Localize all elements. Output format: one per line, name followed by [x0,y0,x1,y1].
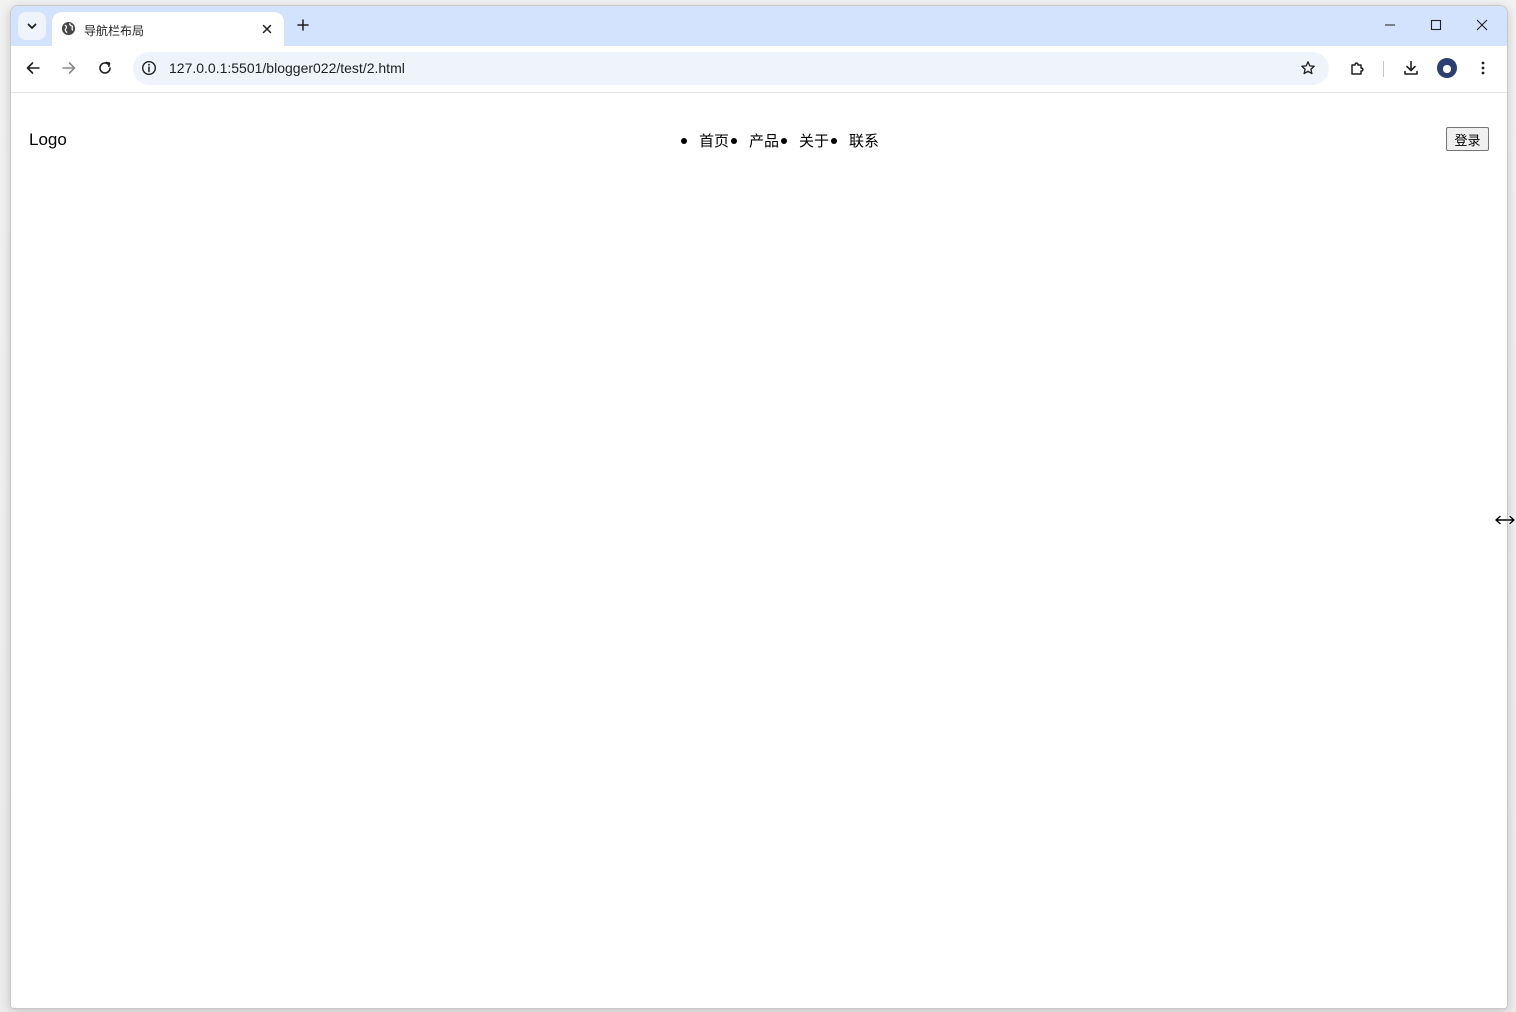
nav-item[interactable]: 联系 [831,130,881,151]
back-button[interactable] [19,54,47,82]
navbar: Logo 首页 产品 关于 联系 登录 [29,127,1489,151]
browser-menu-button[interactable] [1469,54,1497,82]
nav-list: 首页 产品 关于 联系 [679,130,881,151]
profile-button[interactable] [1433,54,1461,82]
list-bullet [731,137,738,144]
list-bullet [681,137,687,144]
tab-close-button[interactable] [258,20,276,38]
page-viewport: Logo 首页 产品 关于 联系 登录 [11,93,1507,1008]
nav-item-label: 联系 [849,133,880,150]
browser-toolbar: 127.0.0.1:5501/blogger022/test/2.html [11,46,1507,93]
tab-title: 导航栏布局 [84,24,145,38]
tab-search-button[interactable] [18,12,46,40]
extensions-button[interactable] [1344,54,1372,82]
site-logo[interactable]: Logo [29,130,67,150]
bookmark-button[interactable] [1299,59,1317,77]
download-icon [1404,60,1418,75]
login-button[interactable]: 登录 [1446,127,1489,151]
window-close-button[interactable] [1459,6,1505,44]
star-icon [1301,61,1315,75]
info-icon [141,60,157,76]
tab-strip: 导航栏布局 [11,6,1507,46]
forward-button[interactable] [55,54,83,82]
plus-icon [297,19,309,31]
avatar [1437,58,1457,78]
new-tab-button[interactable] [292,14,314,36]
reload-icon [99,61,111,74]
list-bullet [831,137,838,144]
nav-item-label: 产品 [749,133,780,150]
nav-item-label: 首页 [699,133,730,150]
minimize-icon [1385,24,1395,26]
horizontal-resize-cursor [1495,515,1515,525]
toolbar-divider [1383,61,1384,77]
maximize-button[interactable] [1413,6,1459,44]
nav-item[interactable]: 关于 [781,130,831,151]
address-bar[interactable]: 127.0.0.1:5501/blogger022/test/2.html [133,52,1329,85]
nav-item[interactable]: 产品 [731,130,781,151]
nav-item[interactable]: 首页 [679,130,731,151]
close-icon [262,24,272,34]
chevron-down-icon [27,23,37,29]
maximize-icon [1430,19,1442,31]
downloads-button[interactable] [1397,54,1425,82]
kebab-menu-icon [1481,61,1485,75]
arrow-left-icon [26,62,40,74]
tab-active[interactable]: 导航栏布局 [52,12,284,46]
nav-item-label: 关于 [799,133,830,150]
browser-window: 导航栏布局 127.0.0.1:5501/blogger022/test/2.h… [10,5,1508,1009]
reload-button[interactable] [91,54,119,82]
list-bullet [781,137,788,144]
site-info-button[interactable] [140,59,158,77]
address-url[interactable]: 127.0.0.1:5501/blogger022/test/2.html [169,60,405,76]
puzzle-icon [1351,62,1364,75]
globe-icon [61,21,76,36]
minimize-button[interactable] [1367,6,1413,44]
close-icon [1476,19,1488,31]
arrow-right-icon [62,62,76,74]
